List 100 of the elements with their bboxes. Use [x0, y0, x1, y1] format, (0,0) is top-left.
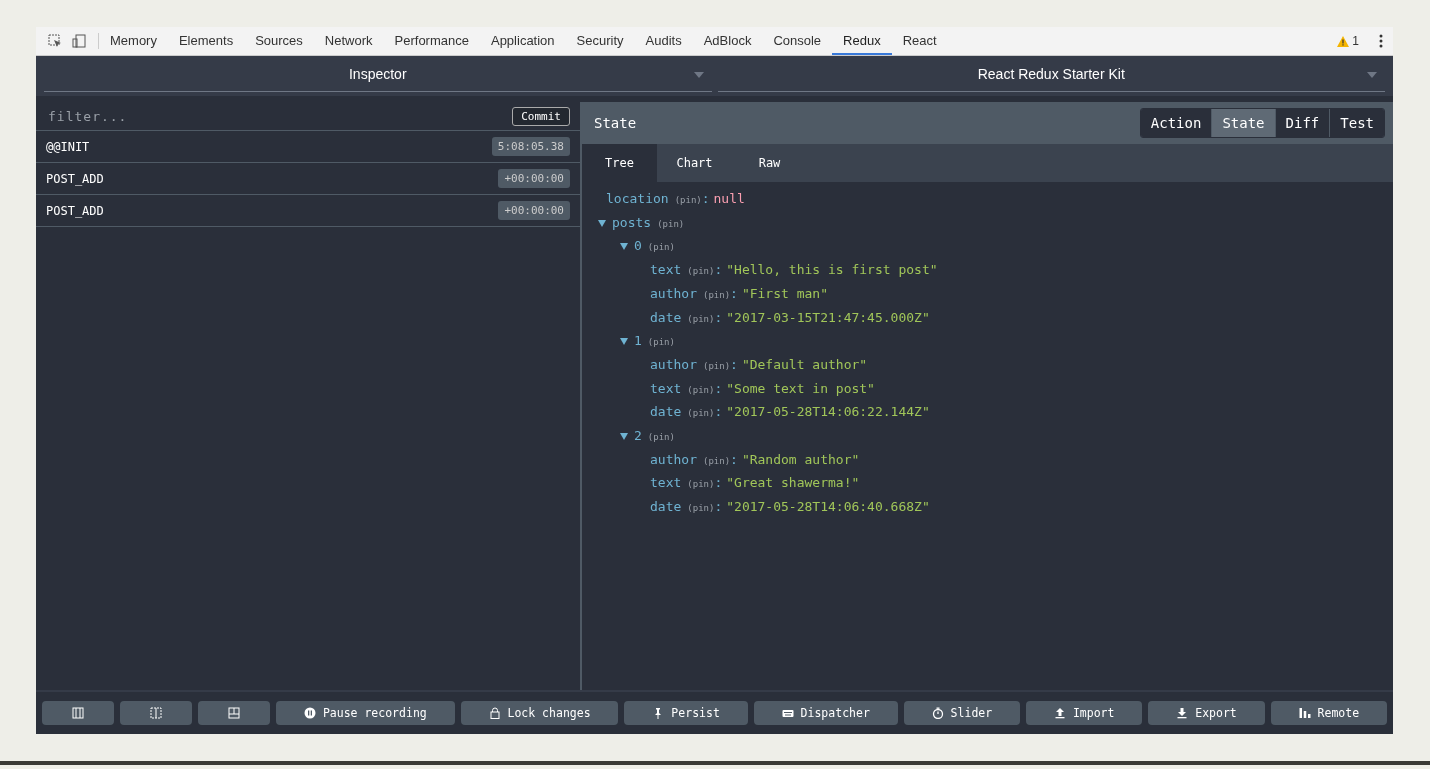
key-separator: : — [714, 498, 723, 517]
tree-value: "2017-05-28T14:06:22.144Z" — [726, 403, 930, 422]
toolbar-button[interactable]: Import — [1026, 701, 1143, 725]
action-row[interactable]: POST_ADD +00:00:00 — [36, 163, 580, 195]
view-tab[interactable]: Raw — [732, 144, 807, 182]
devtools-tab[interactable]: Audits — [634, 27, 693, 55]
action-time: +00:00:00 — [498, 201, 570, 220]
tree-value: "Hello, this is first post" — [726, 261, 938, 280]
tree-value: "2017-05-28T14:06:40.668Z" — [726, 498, 930, 517]
devtools-tab[interactable]: Console — [762, 27, 833, 55]
mode-tab[interactable]: Diff — [1274, 109, 1330, 137]
mode-tab[interactable]: State — [1211, 109, 1275, 137]
remote-icon — [1298, 707, 1311, 719]
device-icon[interactable] — [72, 34, 86, 48]
more-options-icon[interactable] — [1379, 34, 1383, 48]
key-separator: : — [714, 308, 723, 327]
pin-link[interactable]: (pin) — [647, 236, 675, 260]
instance-dropdown[interactable]: React Redux Starter Kit — [717, 56, 1385, 92]
pin-link[interactable]: (pin) — [702, 283, 731, 307]
pin-link[interactable]: (pin) — [657, 212, 685, 236]
view-tab[interactable]: Tree — [582, 144, 657, 182]
pin-link[interactable]: (pin) — [687, 402, 715, 426]
tree-key: author — [650, 448, 697, 472]
toolbar-button[interactable]: Remote — [1270, 701, 1387, 725]
tree-key: date — [650, 496, 682, 519]
tree-key: author — [650, 282, 697, 306]
dock-center-icon — [150, 707, 162, 719]
filter-field[interactable]: filter... — [46, 107, 513, 125]
toolbar-button[interactable]: Export — [1148, 701, 1265, 725]
pin-link[interactable]: (pin) — [687, 497, 715, 520]
pin-link[interactable]: (pin) — [687, 307, 715, 331]
instance-dropdown[interactable]: Inspector — [44, 56, 712, 92]
action-type: POST_ADD — [46, 203, 104, 218]
view-tab[interactable]: Chart — [657, 144, 732, 182]
pin-link[interactable]: (pin) — [702, 354, 731, 378]
tree-value: "Great shawerma!" — [726, 474, 860, 493]
dock-button[interactable] — [120, 701, 192, 725]
key-separator: : — [714, 261, 723, 280]
pin-link[interactable]: (pin) — [647, 331, 675, 354]
tree-key: date — [650, 306, 682, 330]
action-type: POST_ADD — [46, 171, 104, 186]
tree-key: date — [650, 401, 682, 425]
devtools-tab[interactable]: Security — [565, 27, 635, 55]
tree-key: posts — [612, 211, 652, 235]
tree-value: "Random author" — [741, 450, 860, 469]
devtools-tab[interactable]: Performance — [383, 27, 480, 55]
toolbar-button[interactable]: Pause recording — [276, 701, 455, 725]
devtools-tab[interactable]: Sources — [244, 27, 314, 55]
expand-triangle-icon[interactable] — [598, 219, 606, 227]
caret-icon — [693, 72, 704, 78]
warning-count: 1 — [1352, 34, 1359, 48]
keyboard-icon — [781, 707, 794, 719]
key-separator: : — [730, 284, 738, 303]
key-separator: : — [701, 190, 710, 208]
devtools-tab[interactable]: AdBlock — [692, 27, 763, 55]
action-type: @@INIT — [46, 139, 90, 154]
expand-triangle-icon[interactable] — [620, 243, 628, 251]
pause-icon — [303, 707, 316, 719]
dock-button[interactable] — [198, 701, 270, 725]
tree-value: "Default author" — [741, 355, 868, 374]
pin-link[interactable]: (pin) — [647, 426, 675, 449]
action-row[interactable]: POST_ADD +00:00:00 — [36, 195, 580, 227]
pin-link[interactable]: (pin) — [702, 449, 731, 473]
caret-icon — [1367, 72, 1377, 78]
devtools-tab[interactable]: Elements — [167, 27, 245, 55]
tree-key: text — [650, 259, 682, 282]
expand-triangle-icon[interactable] — [620, 338, 628, 346]
pin-link[interactable]: (pin) — [687, 260, 715, 283]
download-icon — [1176, 707, 1189, 719]
devtools-tab[interactable]: Application — [479, 27, 566, 55]
inspect-icon[interactable] — [48, 34, 62, 48]
key-separator: : — [714, 379, 723, 398]
toolbar-button[interactable]: Lock changes — [460, 701, 619, 725]
tree-key: 2 — [634, 425, 642, 448]
pin-link[interactable]: (pin) — [687, 378, 715, 402]
timer-icon — [931, 707, 944, 719]
dock-button[interactable] — [42, 701, 114, 725]
devtools-tab[interactable]: React — [891, 27, 948, 55]
pin-link[interactable]: (pin) — [687, 473, 715, 497]
expand-triangle-icon[interactable] — [620, 433, 628, 441]
toolbar-button[interactable]: Dispatcher — [753, 701, 898, 725]
pin-link[interactable]: (pin) — [674, 189, 702, 212]
mode-tab[interactable]: Action — [1140, 109, 1212, 137]
devtools-tab[interactable]: Network — [313, 27, 384, 55]
action-row[interactable]: @@INIT 5:08:05.38 — [36, 131, 580, 163]
warning-icon[interactable] — [1337, 35, 1350, 47]
monitor-title: State — [594, 115, 637, 131]
tree-value: null — [713, 190, 745, 208]
tree-value: "2017-03-15T21:47:45.000Z" — [726, 308, 930, 327]
toolbar-button[interactable]: Slider — [903, 701, 1021, 725]
tree-key: text — [650, 472, 682, 496]
toolbar-button[interactable]: Persist — [624, 701, 748, 725]
key-separator: : — [730, 355, 738, 374]
mode-tab[interactable]: Test — [1329, 109, 1384, 137]
key-separator: : — [730, 450, 738, 469]
tree-key: author — [650, 353, 697, 377]
devtools-tab[interactable]: Memory — [99, 27, 168, 55]
action-time: +00:00:00 — [498, 169, 570, 188]
tree-key: 1 — [634, 330, 642, 353]
commit-button[interactable]: Commit — [512, 106, 570, 126]
